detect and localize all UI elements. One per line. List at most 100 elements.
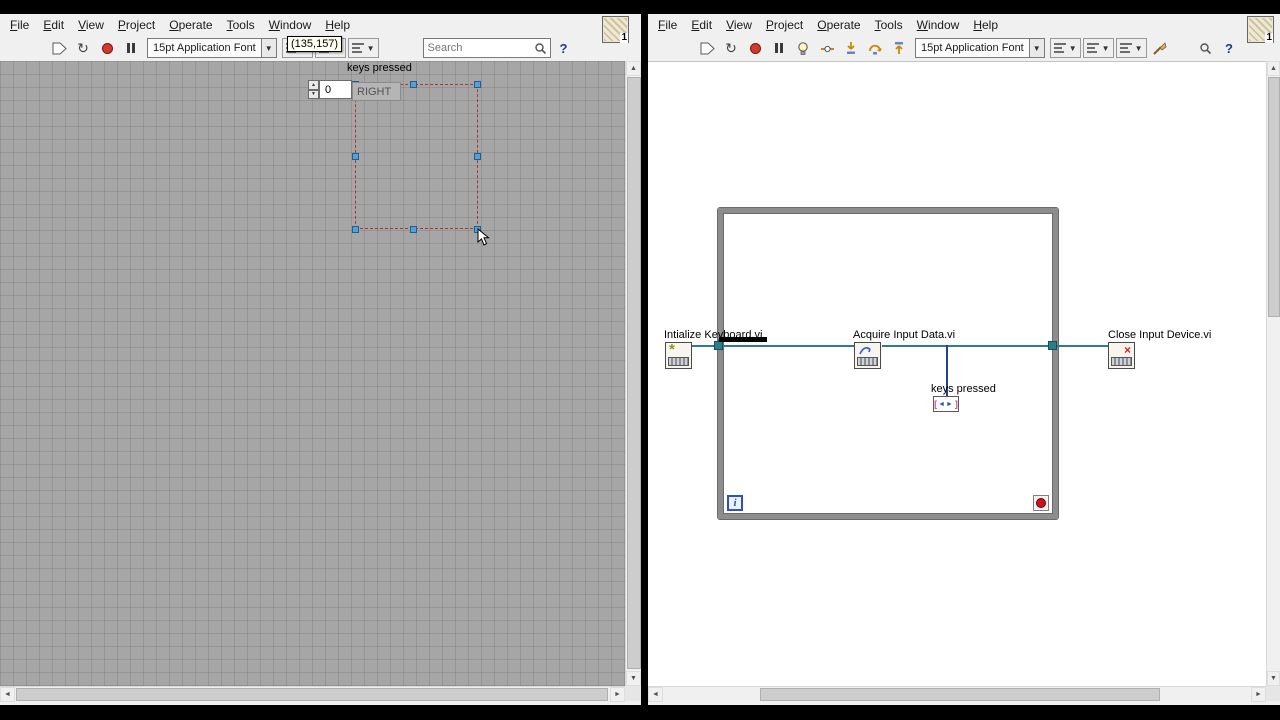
vscroll-thumb[interactable]: [1268, 77, 1280, 317]
front-panel-canvas[interactable]: keys pressed ▲ ▼ 0 RIGHT: [0, 61, 625, 686]
loop-condition-terminal[interactable]: [1033, 495, 1049, 511]
run-button[interactable]: [696, 37, 718, 59]
scroll-up-icon[interactable]: ▲: [626, 61, 641, 76]
selected-wire-segment[interactable]: [719, 337, 767, 342]
device-id-wire[interactable]: [882, 345, 1110, 347]
reorder-icon: [1119, 43, 1132, 53]
font-selector[interactable]: 15pt Application Font ▼: [147, 38, 277, 58]
menu-operate[interactable]: Operate: [810, 15, 867, 35]
resize-handle-mid-left[interactable]: [352, 153, 359, 160]
menu-tools[interactable]: Tools: [220, 15, 262, 35]
resize-handle-bottom-left[interactable]: [352, 226, 359, 233]
zoom-button[interactable]: [1194, 37, 1216, 59]
close-x-icon: ×: [1123, 343, 1131, 357]
hscroll-thumb[interactable]: [760, 688, 1160, 701]
acquire-input-vi-node[interactable]: [854, 342, 881, 369]
scroll-down-icon[interactable]: ▼: [1267, 671, 1280, 686]
font-selector[interactable]: 15pt Application Font ▼: [915, 38, 1045, 58]
init-keyboard-vi-node[interactable]: *: [665, 342, 692, 369]
keys-pressed-indicator-terminal[interactable]: [◄►]: [933, 396, 959, 412]
search-icon: [534, 42, 546, 54]
loop-tunnel-right[interactable]: [1048, 341, 1057, 350]
close-device-label[interactable]: Close Input Device.vi: [1108, 329, 1211, 341]
search-input[interactable]: [423, 42, 534, 54]
scroll-up-icon[interactable]: ▲: [1267, 61, 1280, 76]
coordinate-tooltip: (135,157): [287, 36, 343, 52]
listbox-item[interactable]: RIGHT: [352, 82, 401, 101]
diagram-vscrollbar[interactable]: ▲ ▼: [1266, 61, 1280, 686]
font-selector-label: 15pt Application Font: [921, 42, 1024, 54]
iteration-terminal[interactable]: i: [727, 495, 743, 511]
resize-handle-bottom-mid[interactable]: [410, 226, 417, 233]
scroll-left-icon[interactable]: ◄: [0, 687, 15, 702]
pause-button[interactable]: [120, 37, 142, 59]
keys-pressed-label[interactable]: keys pressed: [347, 62, 412, 74]
retain-wire-values-button[interactable]: [816, 37, 838, 59]
scroll-right-icon[interactable]: ►: [610, 687, 625, 702]
menu-help[interactable]: Help: [966, 15, 1005, 35]
selection-rectangle[interactable]: [355, 84, 478, 229]
scroll-right-icon[interactable]: ►: [1251, 687, 1266, 702]
front-panel-vscrollbar[interactable]: ▲ ▼: [625, 61, 641, 686]
menu-view[interactable]: View: [719, 15, 759, 35]
resize-handle-mid-right[interactable]: [474, 153, 481, 160]
highlight-execution-button[interactable]: [792, 37, 814, 59]
menu-tools[interactable]: Tools: [868, 15, 910, 35]
pause-button[interactable]: [768, 37, 790, 59]
close-device-vi-node[interactable]: ×: [1108, 342, 1135, 369]
step-over-icon: [869, 44, 882, 55]
context-help-button[interactable]: ?: [1218, 37, 1240, 59]
diagram-hscrollbar[interactable]: ◄ ►: [648, 686, 1266, 702]
menu-window[interactable]: Window: [262, 15, 319, 35]
menu-edit[interactable]: Edit: [36, 15, 71, 35]
front-panel-menubar: File Edit View Project Operate Tools Win…: [0, 14, 641, 35]
cursor-icon: [477, 227, 490, 246]
hscroll-thumb[interactable]: [16, 688, 608, 701]
acquire-input-label[interactable]: Acquire Input Data.vi: [853, 329, 955, 341]
abort-button[interactable]: [744, 37, 766, 59]
menu-view[interactable]: View: [71, 15, 111, 35]
keys-pressed-terminal-label[interactable]: keys pressed: [931, 383, 996, 395]
reorder-dropdown[interactable]: ▼: [347, 38, 379, 58]
decrement-arrow-icon[interactable]: ▼: [308, 89, 319, 99]
scroll-left-icon[interactable]: ◄: [648, 687, 663, 702]
menu-window[interactable]: Window: [910, 15, 967, 35]
menu-project[interactable]: Project: [111, 15, 162, 35]
clean-up-diagram-button[interactable]: [1149, 37, 1171, 59]
screen: File Edit View Project Operate Tools Win…: [0, 0, 1280, 720]
run-continuous-icon: ↻: [725, 39, 737, 56]
run-button[interactable]: [48, 37, 70, 59]
while-loop[interactable]: [718, 208, 1058, 519]
distribute-objects-dropdown[interactable]: ▼: [1082, 38, 1114, 58]
menu-help[interactable]: Help: [318, 15, 357, 35]
run-continuous-button[interactable]: ↻: [720, 37, 742, 59]
block-diagram-menubar: File Edit View Project Operate Tools Win…: [648, 14, 1280, 35]
step-out-button[interactable]: [888, 37, 910, 59]
resize-handle-top-right[interactable]: [474, 81, 481, 88]
vi-window-icon[interactable]: 1: [1247, 16, 1274, 43]
step-over-button[interactable]: [864, 37, 886, 59]
scroll-down-icon[interactable]: ▼: [626, 671, 641, 686]
step-into-button[interactable]: [840, 37, 862, 59]
abort-button[interactable]: [96, 37, 118, 59]
align-objects-icon: [1053, 43, 1066, 53]
numeric-control[interactable]: 0: [319, 80, 352, 99]
menu-operate[interactable]: Operate: [162, 15, 219, 35]
vi-window-icon[interactable]: 1: [602, 16, 629, 43]
context-help-button[interactable]: ?: [553, 37, 575, 59]
menu-file[interactable]: File: [3, 15, 36, 35]
menu-edit[interactable]: Edit: [684, 15, 719, 35]
resize-handle-top-mid[interactable]: [410, 81, 417, 88]
numeric-increment-decrement[interactable]: ▲ ▼: [308, 80, 319, 99]
front-panel-hscrollbar[interactable]: ◄ ►: [0, 686, 625, 702]
reorder-dropdown[interactable]: ▼: [1115, 38, 1147, 58]
align-objects-dropdown[interactable]: ▼: [1049, 38, 1081, 58]
increment-arrow-icon[interactable]: ▲: [308, 80, 319, 90]
menu-file[interactable]: File: [651, 15, 684, 35]
loop-tunnel-left[interactable]: [714, 341, 723, 350]
vscroll-thumb[interactable]: [627, 77, 641, 669]
abort-icon: [749, 42, 761, 54]
block-diagram-canvas[interactable]: Intialize Keyboard.vi * Acquire Input Da…: [648, 61, 1266, 686]
menu-project[interactable]: Project: [759, 15, 810, 35]
run-continuous-button[interactable]: ↻: [72, 37, 94, 59]
